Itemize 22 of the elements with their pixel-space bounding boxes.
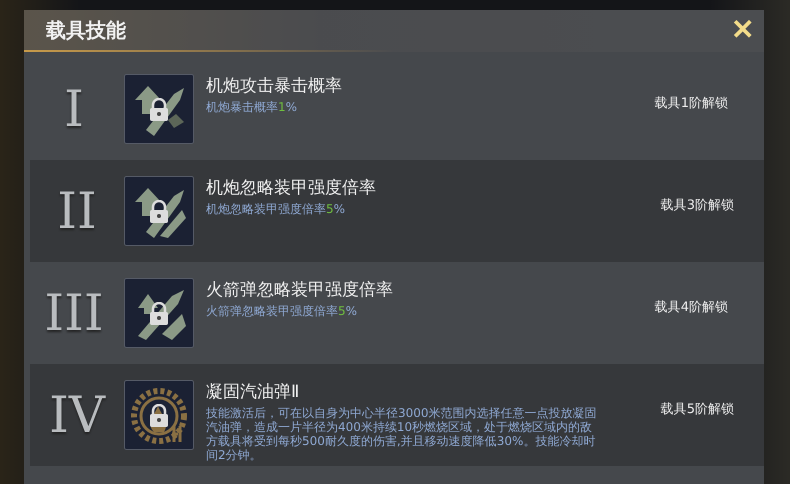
unlock-requirement: 载具1阶解锁	[654, 95, 728, 112]
unlock-requirement: 载具5阶解锁	[660, 401, 734, 418]
skill-icon	[124, 176, 194, 246]
skill-name: 火箭弹忽略装甲强度倍率	[206, 279, 394, 301]
tier-numeral: I	[63, 79, 85, 140]
unlock-requirement: 载具3阶解锁	[660, 197, 734, 214]
tier-numeral: II	[56, 181, 98, 242]
skill-name: 机炮攻击暴击概率	[206, 75, 343, 97]
tier-numeral: IV	[48, 385, 107, 446]
tier-numeral: III	[43, 283, 105, 344]
dialog-title: 载具技能	[46, 16, 126, 44]
close-button[interactable]: ✕	[721, 16, 764, 44]
skill-icon	[124, 278, 194, 348]
skill-description: 机炮忽略装甲强度倍率5%	[206, 202, 346, 216]
skill-icon	[124, 74, 194, 144]
skill-description: 机炮暴击概率1%	[206, 100, 298, 114]
skill-name: 机炮忽略装甲强度倍率	[206, 177, 377, 199]
skill-icon	[124, 380, 194, 450]
skill-description: 技能激活后，可在以自身为中心半径3000米范围内选择任意一点投放凝固汽油弹，造成一片半径为400米持续10秒燃烧区域，处于燃烧区域内的敌方载具将受到每秒500耐久度的伤害,并且移动速度降低30%。技能冷却时间2分钟。	[206, 406, 598, 462]
unlock-requirement: 载具4阶解锁	[654, 299, 728, 316]
skill-description: 火箭弹忽略装甲强度倍率5%	[206, 304, 358, 318]
skill-name: 凝固汽油弹Ⅱ	[206, 381, 300, 403]
